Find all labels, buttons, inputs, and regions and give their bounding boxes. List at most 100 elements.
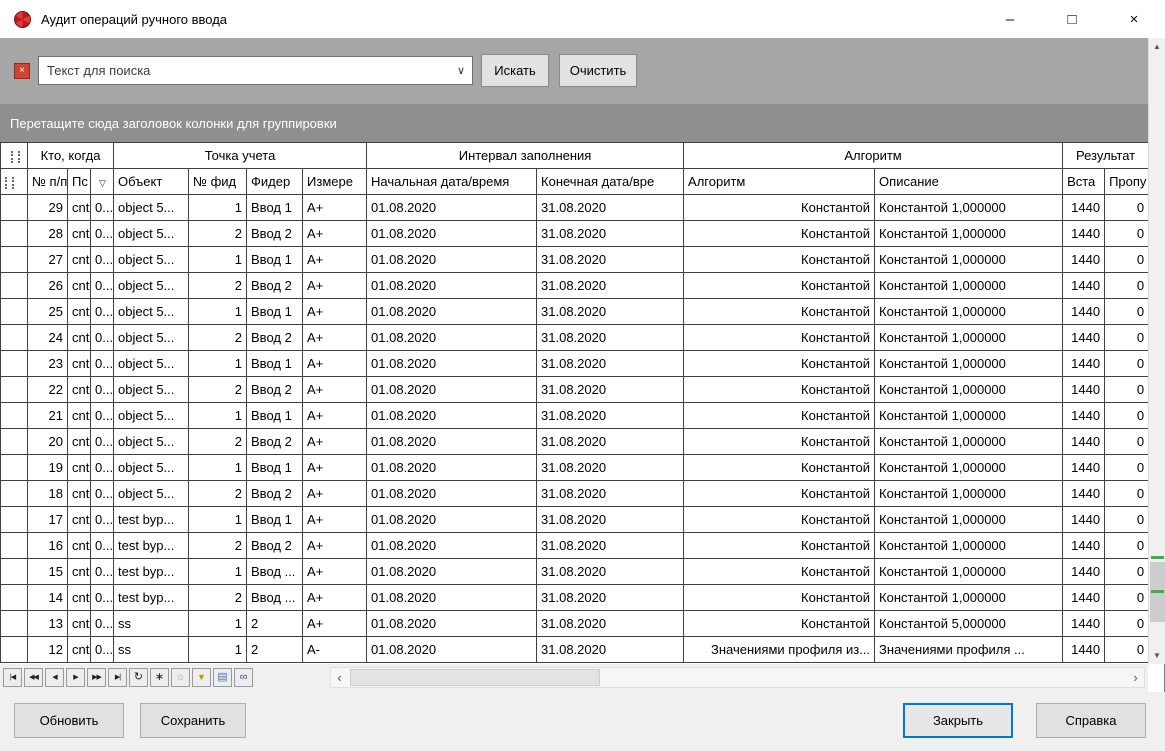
chevron-down-icon[interactable]: ∨ xyxy=(450,64,472,77)
grid-cell[interactable]: cnt xyxy=(68,377,91,403)
grid-cell[interactable]: 01.08.2020 xyxy=(367,585,537,611)
grid-cell[interactable]: A+ xyxy=(303,273,367,299)
grid-cell[interactable]: Константой 1,000000 xyxy=(875,585,1063,611)
row-indicator[interactable] xyxy=(1,533,28,559)
close-button[interactable]: Закрыть xyxy=(903,703,1013,738)
grid-cell[interactable]: 2 xyxy=(189,481,247,507)
grid-cell[interactable]: Константой 1,000000 xyxy=(875,195,1063,221)
grid-cell[interactable]: 1 xyxy=(189,299,247,325)
column-header[interactable]: № п/п xyxy=(28,169,68,195)
grid-cell[interactable]: 0 xyxy=(1105,637,1148,663)
grid-cell[interactable]: 1 xyxy=(189,403,247,429)
grid-cell[interactable]: 01.08.2020 xyxy=(367,221,537,247)
grid-cell[interactable]: A+ xyxy=(303,299,367,325)
grid-cell[interactable]: Константой xyxy=(684,221,875,247)
grid-cell[interactable]: A+ xyxy=(303,221,367,247)
grid-cell[interactable]: object 5... xyxy=(114,195,189,221)
grid-cell[interactable]: 0... xyxy=(91,559,114,585)
grid-cell[interactable]: 31.08.2020 xyxy=(537,455,684,481)
row-indicator[interactable] xyxy=(1,273,28,299)
row-indicator[interactable] xyxy=(1,377,28,403)
grid-cell[interactable]: 17 xyxy=(28,507,68,533)
grid-cell[interactable]: Ввод 2 xyxy=(247,481,303,507)
group-header[interactable]: Точка учета xyxy=(114,143,367,169)
grid-cell[interactable]: 0 xyxy=(1105,299,1148,325)
grid-cell[interactable]: 1440 xyxy=(1063,585,1105,611)
group-header[interactable]: Кто, когда xyxy=(28,143,114,169)
grid-cell[interactable]: 29 xyxy=(28,195,68,221)
grid-cell[interactable]: 2 xyxy=(247,637,303,663)
table-row[interactable]: 18cnt0...object 5...2Ввод 2A+01.08.20203… xyxy=(1,481,1149,507)
table-row[interactable]: 14cnt0...test byp...2Ввод ...A+01.08.202… xyxy=(1,585,1149,611)
grid-cell[interactable]: 0 xyxy=(1105,195,1148,221)
grid-cell[interactable]: 1440 xyxy=(1063,429,1105,455)
grid-cell[interactable]: Константой 1,000000 xyxy=(875,221,1063,247)
grid-cell[interactable]: 31.08.2020 xyxy=(537,559,684,585)
grid-cell[interactable]: Константой 1,000000 xyxy=(875,273,1063,299)
grid-cell[interactable]: 01.08.2020 xyxy=(367,637,537,663)
table-row[interactable]: 24cnt0...object 5...2Ввод 2A+01.08.20203… xyxy=(1,325,1149,351)
column-header[interactable]: Пропу xyxy=(1105,169,1148,195)
grid-cell[interactable]: cnt xyxy=(68,429,91,455)
grid-cell[interactable]: 19 xyxy=(28,455,68,481)
grid-cell[interactable]: Ввод 2 xyxy=(247,221,303,247)
row-indicator[interactable] xyxy=(1,221,28,247)
column-header[interactable]: Вста xyxy=(1063,169,1105,195)
grid-cell[interactable]: Значениями профиля ... xyxy=(875,637,1063,663)
grid-cell[interactable]: object 5... xyxy=(114,481,189,507)
grid-cell[interactable]: 2 xyxy=(247,611,303,637)
grid-cell[interactable]: 2 xyxy=(189,377,247,403)
grid-cell[interactable]: 0... xyxy=(91,507,114,533)
grid-cell[interactable]: 0... xyxy=(91,195,114,221)
grid-cell[interactable]: Ввод ... xyxy=(247,559,303,585)
grid-cell[interactable]: 0 xyxy=(1105,377,1148,403)
grid-cell[interactable]: 01.08.2020 xyxy=(367,403,537,429)
nav-asterisk-button[interactable]: ∗ xyxy=(150,668,169,687)
grid-cell[interactable]: 1 xyxy=(189,247,247,273)
grid-cell[interactable]: object 5... xyxy=(114,403,189,429)
refresh-button[interactable]: Обновить xyxy=(14,703,124,738)
grid-cell[interactable]: A+ xyxy=(303,507,367,533)
grid-cell[interactable]: Константой 5,000000 xyxy=(875,611,1063,637)
nav-filter-button[interactable]: ▼ xyxy=(192,668,211,687)
search-input[interactable] xyxy=(39,63,450,78)
grid-cell[interactable]: 0... xyxy=(91,221,114,247)
table-row[interactable]: 13cnt0...ss12A+01.08.202031.08.2020Конст… xyxy=(1,611,1149,637)
scroll-up-icon[interactable]: ▲ xyxy=(1149,38,1165,55)
grid-cell[interactable]: 1440 xyxy=(1063,533,1105,559)
row-indicator[interactable] xyxy=(1,429,28,455)
grid-cell[interactable]: 2 xyxy=(189,533,247,559)
grid-cell[interactable]: 25 xyxy=(28,299,68,325)
grid-cell[interactable]: Константой 1,000000 xyxy=(875,403,1063,429)
grid-cell[interactable]: Константой xyxy=(684,325,875,351)
grid-cell[interactable]: test byp... xyxy=(114,533,189,559)
grid-cell[interactable]: cnt xyxy=(68,247,91,273)
grid-cell[interactable]: 1440 xyxy=(1063,299,1105,325)
grid-cell[interactable]: Константой xyxy=(684,247,875,273)
grid-cell[interactable]: A+ xyxy=(303,429,367,455)
grid-cell[interactable]: 01.08.2020 xyxy=(367,195,537,221)
row-indicator[interactable] xyxy=(1,637,28,663)
grid-cell[interactable]: 0... xyxy=(91,585,114,611)
clear-button[interactable]: Очистить xyxy=(559,54,637,87)
table-row[interactable]: 12cnt0...ss12A-01.08.202031.08.2020Значе… xyxy=(1,637,1149,663)
nav-first-button[interactable]: |◀ xyxy=(3,668,22,687)
grid-cell[interactable]: 1 xyxy=(189,455,247,481)
save-button[interactable]: Сохранить xyxy=(140,703,246,738)
grid-cell[interactable]: cnt xyxy=(68,481,91,507)
minimize-button[interactable]: – xyxy=(979,0,1041,38)
grid-cell[interactable]: object 5... xyxy=(114,351,189,377)
table-row[interactable]: 19cnt0...object 5...1Ввод 1A+01.08.20203… xyxy=(1,455,1149,481)
table-row[interactable]: 16cnt0...test byp...2Ввод 2A+01.08.20203… xyxy=(1,533,1149,559)
grid-cell[interactable]: 31.08.2020 xyxy=(537,507,684,533)
grid-cell[interactable]: 2 xyxy=(189,429,247,455)
nav-edit-button[interactable]: ▤ xyxy=(213,668,232,687)
grid-cell[interactable]: 01.08.2020 xyxy=(367,377,537,403)
grid-cell[interactable]: Константой xyxy=(684,429,875,455)
grid-cell[interactable]: Константой 1,000000 xyxy=(875,455,1063,481)
grid-cell[interactable]: 1440 xyxy=(1063,377,1105,403)
grid-cell[interactable]: Ввод 2 xyxy=(247,325,303,351)
nav-binoculars-button[interactable]: ∞ xyxy=(234,668,253,687)
grid-cell[interactable]: 0 xyxy=(1105,585,1148,611)
grid-cell[interactable]: 1 xyxy=(189,195,247,221)
